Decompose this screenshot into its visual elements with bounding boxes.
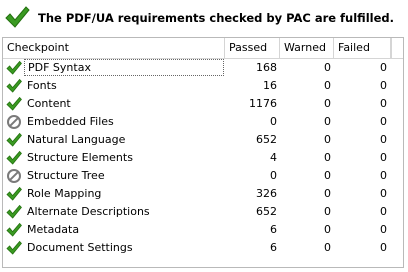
checkpoint-table: Checkpoint Passed Warned Failed PDF Synt… (2, 37, 404, 268)
check-icon (6, 132, 22, 148)
table-row[interactable]: Fonts 16 0 0 (3, 77, 403, 95)
column-header-warned[interactable]: Warned (280, 38, 334, 58)
passed-count: 326 (256, 187, 277, 200)
check-icon (5, 6, 30, 28)
passed-count: 16 (263, 79, 277, 92)
warned-count: 0 (324, 241, 331, 254)
warned-count: 0 (324, 79, 331, 92)
not-applicable-icon (6, 114, 22, 130)
header-filler (391, 38, 403, 58)
checkpoint-name: PDF Syntax (24, 59, 224, 76)
passed-count: 168 (256, 61, 277, 74)
warned-count: 0 (324, 151, 331, 164)
checkpoint-name: Alternate Descriptions (27, 205, 150, 218)
check-icon (6, 204, 22, 220)
table-row[interactable]: Document Settings 6 0 0 (3, 239, 403, 257)
checkpoint-name: Embedded Files (27, 115, 114, 128)
column-header-failed[interactable]: Failed (334, 38, 391, 58)
passed-count: 4 (270, 151, 277, 164)
warned-count: 0 (324, 61, 331, 74)
result-banner: The PDF/UA requirements checked by PAC a… (0, 0, 408, 36)
table-row[interactable]: Natural Language 652 0 0 (3, 131, 403, 149)
check-icon (6, 186, 22, 202)
warned-count: 0 (324, 169, 331, 182)
check-icon (6, 78, 22, 94)
failed-count: 0 (380, 223, 387, 236)
table-row[interactable]: Alternate Descriptions 652 0 0 (3, 203, 403, 221)
passed-count: 0 (270, 169, 277, 182)
passed-count: 6 (270, 241, 277, 254)
not-applicable-icon (6, 168, 22, 184)
table-header: Checkpoint Passed Warned Failed (3, 38, 403, 59)
column-header-passed[interactable]: Passed (225, 38, 280, 58)
warned-count: 0 (324, 115, 331, 128)
table-row[interactable]: Content 1176 0 0 (3, 95, 403, 113)
column-header-checkpoint[interactable]: Checkpoint (3, 38, 225, 58)
checkpoint-name: Metadata (27, 223, 80, 236)
failed-count: 0 (380, 205, 387, 218)
table-row[interactable]: PDF Syntax 168 0 0 (3, 59, 403, 77)
checkpoint-name: Document Settings (27, 241, 133, 254)
passed-count: 0 (270, 115, 277, 128)
failed-count: 0 (380, 151, 387, 164)
table-row[interactable]: Metadata 6 0 0 (3, 221, 403, 239)
table-row[interactable]: Structure Elements 4 0 0 (3, 149, 403, 167)
checkpoint-name: Structure Elements (27, 151, 133, 164)
checkpoint-name: Structure Tree (27, 169, 105, 182)
warned-count: 0 (324, 97, 331, 110)
checkpoint-name: Fonts (27, 79, 57, 92)
check-icon (6, 96, 22, 112)
table-row[interactable]: Role Mapping 326 0 0 (3, 185, 403, 203)
warned-count: 0 (324, 205, 331, 218)
table-row[interactable]: Structure Tree 0 0 0 (3, 167, 403, 185)
warned-count: 0 (324, 187, 331, 200)
table-row[interactable]: Embedded Files 0 0 0 (3, 113, 403, 131)
failed-count: 0 (380, 97, 387, 110)
check-icon (6, 150, 22, 166)
checkpoint-name: Natural Language (27, 133, 126, 146)
passed-count: 652 (256, 133, 277, 146)
check-icon (6, 240, 22, 256)
checkpoint-name: Role Mapping (27, 187, 102, 200)
failed-count: 0 (380, 241, 387, 254)
failed-count: 0 (380, 133, 387, 146)
checkpoint-name: Content (27, 97, 71, 110)
passed-count: 1176 (249, 97, 277, 110)
failed-count: 0 (380, 79, 387, 92)
failed-count: 0 (380, 169, 387, 182)
failed-count: 0 (380, 115, 387, 128)
result-message: The PDF/UA requirements checked by PAC a… (38, 11, 394, 25)
check-icon (6, 60, 22, 76)
failed-count: 0 (380, 187, 387, 200)
failed-count: 0 (380, 61, 387, 74)
warned-count: 0 (324, 133, 331, 146)
check-icon (6, 222, 22, 238)
passed-count: 652 (256, 205, 277, 218)
warned-count: 0 (324, 223, 331, 236)
passed-count: 6 (270, 223, 277, 236)
